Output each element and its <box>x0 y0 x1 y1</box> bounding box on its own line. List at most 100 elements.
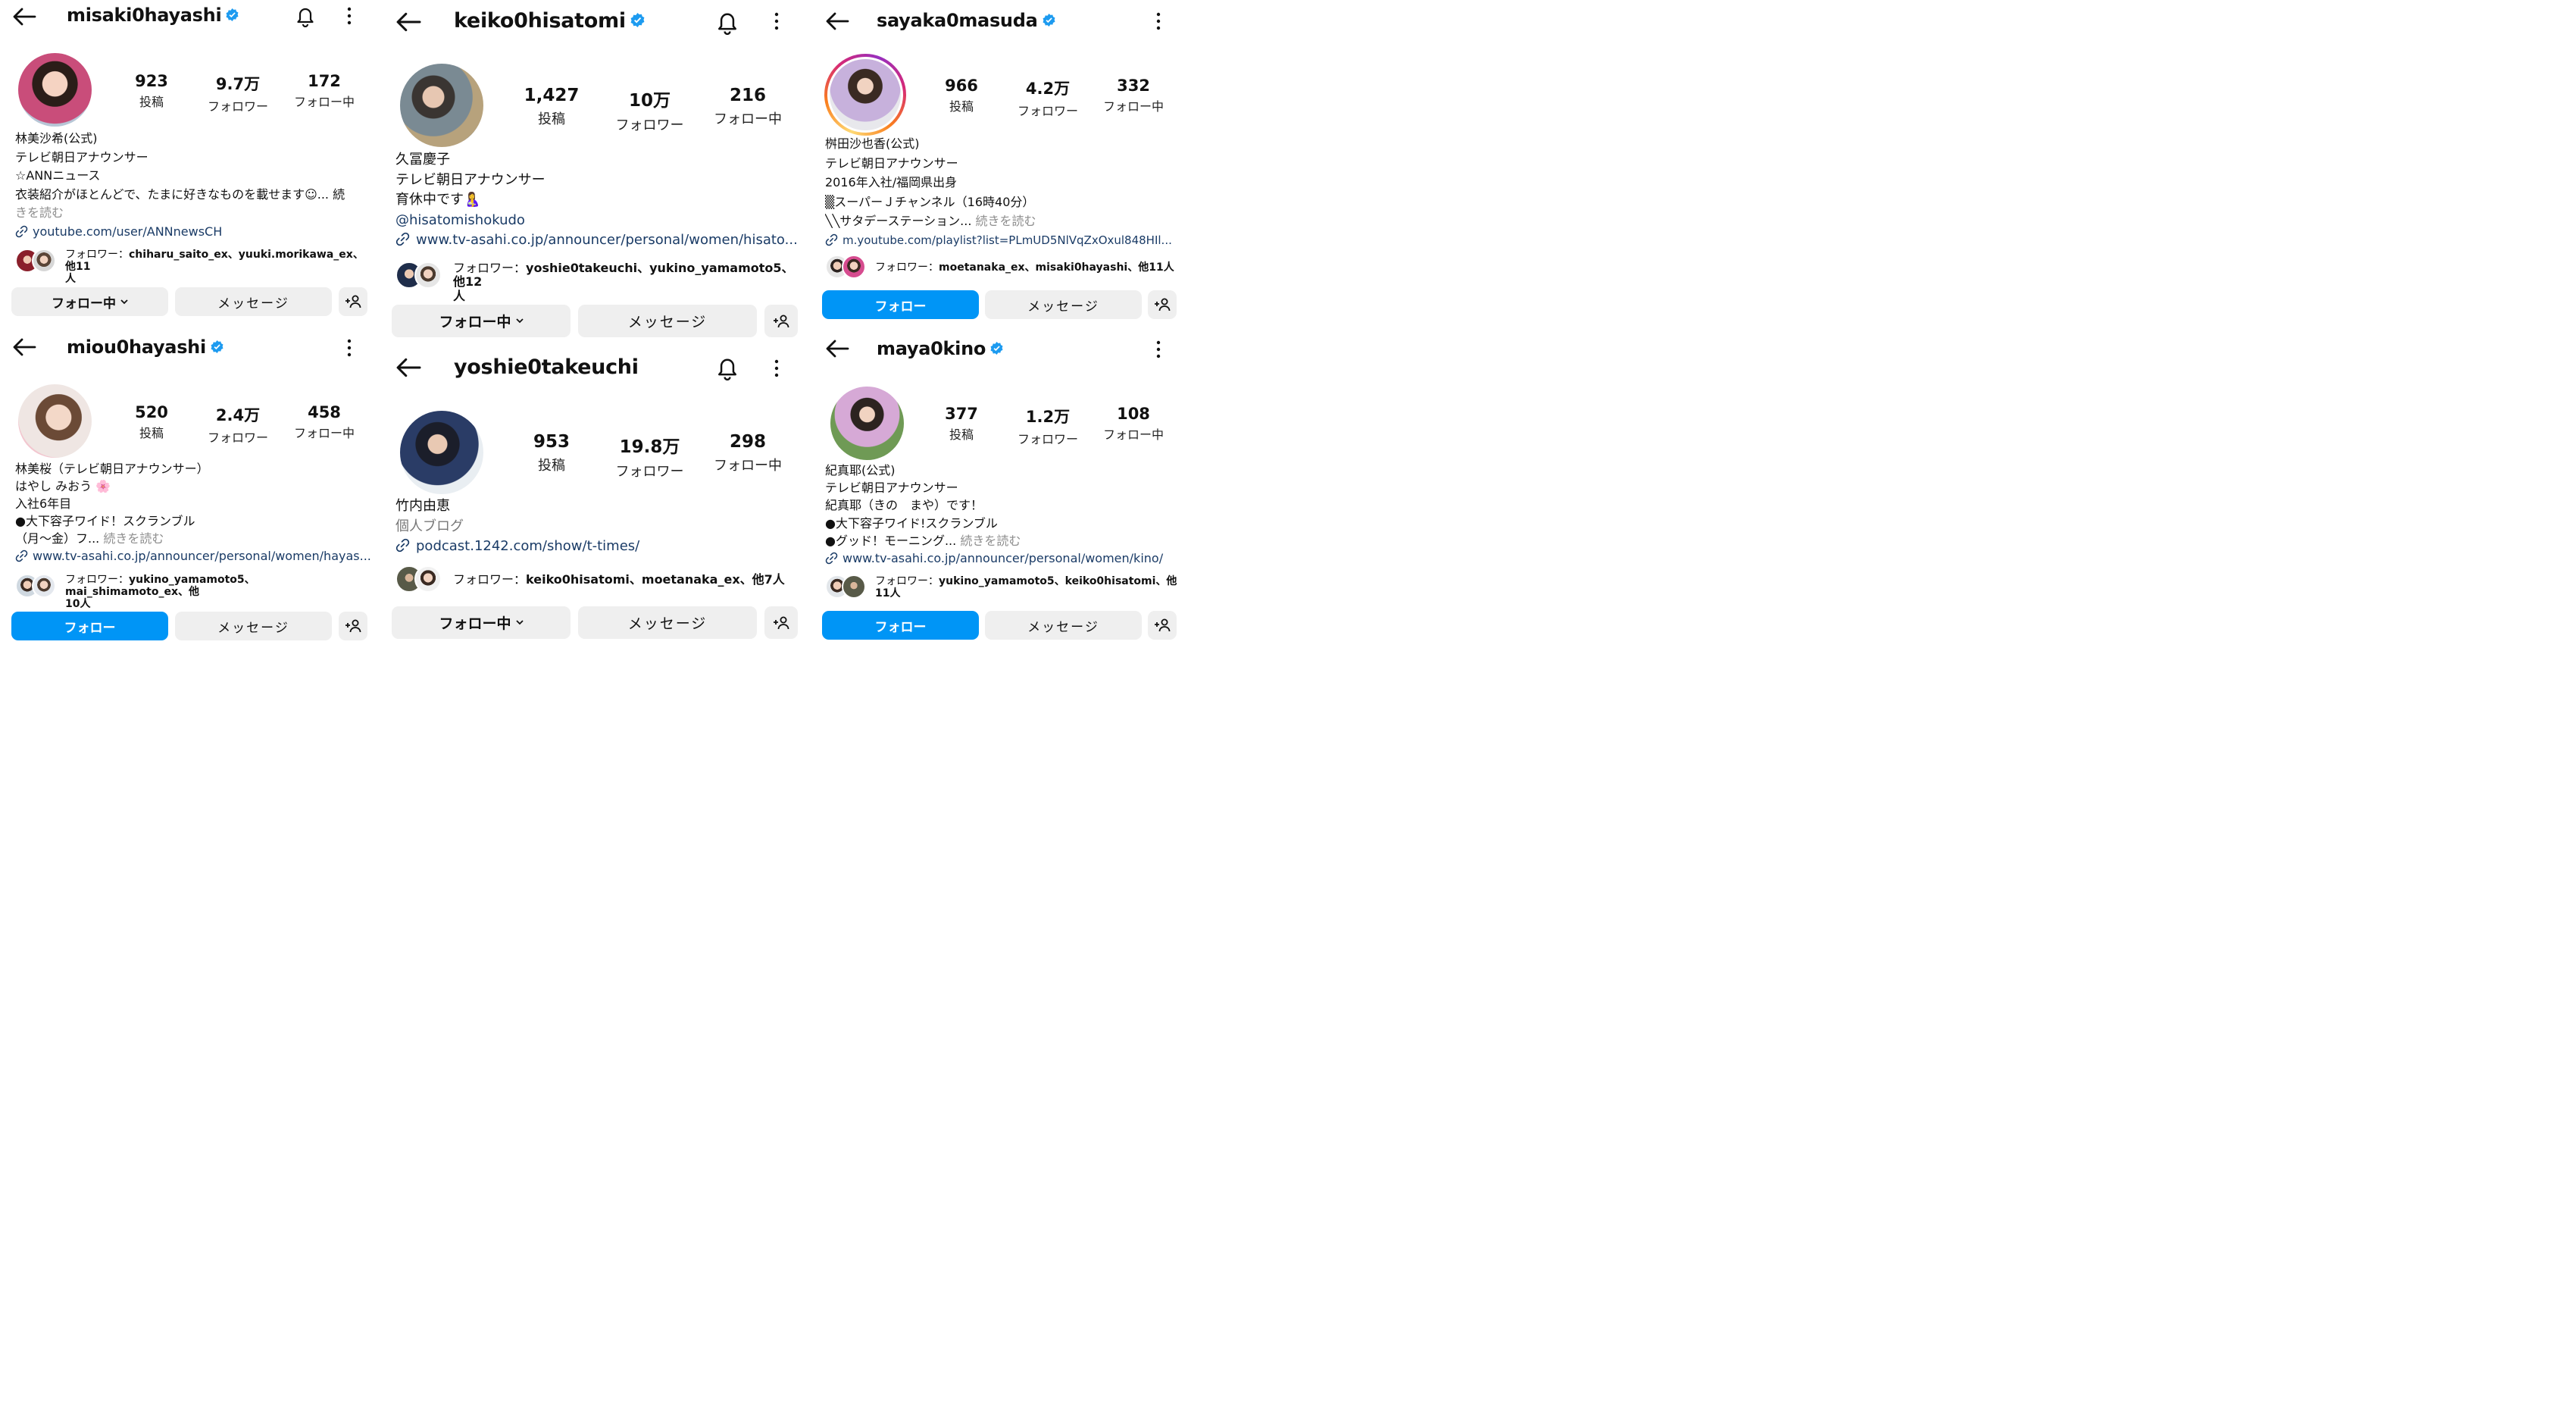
posts-count[interactable]: 377 投稿 <box>931 405 992 443</box>
posts-count[interactable]: 953 投稿 <box>517 432 586 474</box>
website-link[interactable]: m.youtube.com/playlist?list=PLmUD5NlVqZx… <box>825 231 1177 251</box>
following-count[interactable]: 172 フォロー中 <box>288 72 361 110</box>
add-user-button[interactable] <box>339 612 367 640</box>
message-button[interactable]: メッセージ <box>175 287 332 316</box>
followed-by[interactable]: フォロワー：keiko0hisatomi、moetanaka_ex、他7人 <box>395 565 797 594</box>
kebab-menu-icon[interactable] <box>773 11 780 32</box>
follow-button[interactable]: フォロー <box>11 612 168 640</box>
username: sayaka0masuda <box>877 10 1055 31</box>
follow-button[interactable]: フォロー <box>822 290 979 319</box>
follower-avatar <box>32 574 56 598</box>
message-button-label: メッセージ <box>1027 299 1099 315</box>
username: maya0kino <box>877 338 1003 359</box>
following-count[interactable]: 298 フォロー中 <box>706 432 789 474</box>
kebab-menu-icon[interactable] <box>1155 11 1162 31</box>
profile-panel-yoshie: yoshie0takeuchi 953 投稿 19.8万 フォロワー 298 フ… <box>383 349 807 650</box>
followers-count[interactable]: 1.2万 フォロワー <box>1008 405 1087 447</box>
followers-count[interactable]: 10万 フォロワー <box>606 86 693 134</box>
website-link-text: www.tv-asahi.co.jp/announcer/personal/wo… <box>33 549 371 563</box>
website-link[interactable]: www.tv-asahi.co.jp/announcer/personal/wo… <box>395 230 797 251</box>
message-button[interactable]: メッセージ <box>578 606 757 639</box>
followed-by[interactable]: フォロワー：yoshie0takeuchi、yukino_yamamoto5、他… <box>395 261 797 303</box>
kebab-menu-icon[interactable] <box>345 6 353 26</box>
back-arrow-icon[interactable] <box>825 338 849 359</box>
back-arrow-icon[interactable] <box>395 356 422 379</box>
add-user-button[interactable] <box>764 606 798 639</box>
back-arrow-icon[interactable] <box>825 11 849 32</box>
posts-count[interactable]: 966 投稿 <box>931 77 992 114</box>
avatar[interactable] <box>18 384 92 458</box>
followers-count[interactable]: 4.2万 フォロワー <box>1008 77 1087 119</box>
message-button[interactable]: メッセージ <box>985 611 1142 640</box>
avatar[interactable] <box>18 53 92 127</box>
bell-icon[interactable] <box>714 9 740 35</box>
read-more-link[interactable]: 続きを読む <box>103 531 164 546</box>
bell-icon[interactable] <box>294 5 317 27</box>
avatar[interactable] <box>400 64 483 147</box>
add-user-button[interactable] <box>339 287 367 316</box>
followed-by[interactable]: フォロワー：yukino_yamamoto5、mai_shimamoto_ex、… <box>15 574 371 610</box>
bio: 紀真耶(公式) テレビ朝日アナウンサー 紀真耶（きの まや）です！ ●大下容子ワ… <box>825 462 1177 567</box>
posts-label: 投稿 <box>538 111 565 127</box>
following-count[interactable]: 108 フォロー中 <box>1097 405 1170 443</box>
following-label: フォロー中 <box>293 426 355 440</box>
read-more-link[interactable]: 続きを読む <box>960 534 1021 548</box>
website-link[interactable]: www.tv-asahi.co.jp/announcer/personal/wo… <box>15 547 371 565</box>
bio: 林美桜（テレビ朝日アナウンサー） はやし みおう 🌸 入社6年目 ●大下容子ワイ… <box>15 460 371 565</box>
message-button[interactable]: メッセージ <box>175 612 332 640</box>
kebab-menu-icon[interactable] <box>773 358 780 379</box>
back-arrow-icon[interactable] <box>12 337 36 358</box>
follower-avatars <box>15 574 61 599</box>
followers-count[interactable]: 9.7万 フォロワー <box>199 72 277 114</box>
story-ring[interactable] <box>824 54 906 136</box>
website-link-text: podcast.1242.com/show/t-times/ <box>416 538 640 554</box>
following-button[interactable]: フォロー中 <box>392 606 571 639</box>
followed-by[interactable]: フォロワー：moetanaka_ex、misaki0hayashi、他11人 <box>825 255 1177 280</box>
followed-by[interactable]: フォロワー：chiharu_saito_ex、yuuki.morikawa_ex… <box>15 249 371 285</box>
follow-button-label: フォロー <box>874 619 927 635</box>
followers-number: 10万 <box>628 91 671 111</box>
mention-link[interactable]: @hisatomishokudo <box>395 211 797 231</box>
posts-count[interactable]: 520 投稿 <box>121 403 182 441</box>
website-link[interactable]: www.tv-asahi.co.jp/announcer/personal/wo… <box>825 549 1177 567</box>
followers-count[interactable]: 2.4万 フォロワー <box>199 403 277 446</box>
display-name: 紀真耶(公式) <box>825 463 896 477</box>
bio-line: ●大下容子ワイド!スクランブル <box>825 515 998 531</box>
followers-count[interactable]: 19.8万 フォロワー <box>606 432 693 481</box>
message-button[interactable]: メッセージ <box>578 305 757 337</box>
following-count[interactable]: 332 フォロー中 <box>1097 77 1170 114</box>
follow-button[interactable]: フォロー <box>822 611 979 640</box>
add-user-icon <box>774 315 789 327</box>
kebab-menu-icon[interactable] <box>345 338 353 358</box>
read-more-link[interactable]: 続きを読む <box>976 214 1036 228</box>
posts-count[interactable]: 923 投稿 <box>121 72 182 110</box>
following-count[interactable]: 458 フォロー中 <box>288 403 361 441</box>
back-arrow-icon[interactable] <box>395 11 422 33</box>
message-button[interactable]: メッセージ <box>985 290 1142 319</box>
display-name: 竹内由恵 <box>395 498 450 514</box>
add-user-button[interactable] <box>1148 290 1177 319</box>
bio-line: ╲╲サタデーステーション... 続きを読む <box>825 211 1177 231</box>
avatar[interactable] <box>400 411 483 494</box>
display-name: 桝田沙也香(公式) <box>825 136 920 151</box>
bio-line: 入社6年目 <box>15 496 72 511</box>
website-link[interactable]: youtube.com/user/ANNnewsCH <box>15 223 371 242</box>
following-number: 298 <box>729 432 766 452</box>
add-user-button[interactable] <box>764 305 798 337</box>
add-user-button[interactable] <box>1148 611 1177 640</box>
following-button[interactable]: フォロー中 <box>11 287 168 316</box>
following-label: フォロー中 <box>293 95 355 109</box>
kebab-menu-icon[interactable] <box>1155 340 1162 359</box>
bio-line: 紀真耶（きの まや）です！ <box>825 498 983 513</box>
read-more-link[interactable]: きを読む <box>15 204 371 223</box>
posts-count[interactable]: 1,427 投稿 <box>517 86 586 128</box>
bell-icon[interactable] <box>714 355 740 380</box>
following-count[interactable]: 216 フォロー中 <box>706 86 789 128</box>
followed-by-prefix: フォロワー： <box>65 574 129 586</box>
avatar[interactable] <box>830 387 904 460</box>
followed-by-text: フォロワー：yukino_yamamoto5、keiko0hisatomi、他1… <box>875 575 1177 599</box>
following-button[interactable]: フォロー中 <box>392 305 571 337</box>
back-arrow-icon[interactable] <box>12 6 36 27</box>
website-link[interactable]: podcast.1242.com/show/t-times/ <box>395 537 797 557</box>
followed-by[interactable]: フォロワー：yukino_yamamoto5、keiko0hisatomi、他1… <box>825 574 1177 600</box>
